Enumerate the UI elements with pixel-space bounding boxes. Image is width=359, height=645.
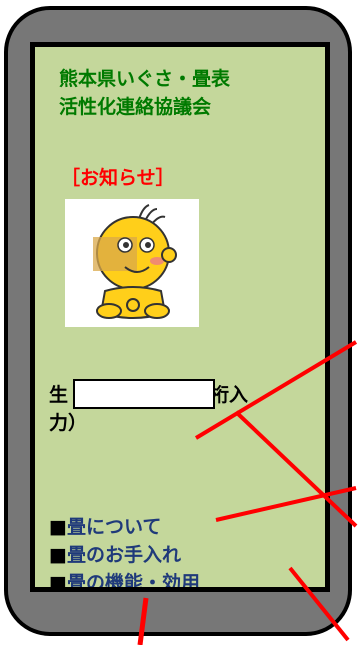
annotation-line: [137, 597, 149, 645]
annotation-line: [288, 566, 350, 642]
annotation-line: [194, 340, 358, 440]
annotation-line: [234, 410, 358, 528]
annotation-lines: [137, 340, 358, 645]
